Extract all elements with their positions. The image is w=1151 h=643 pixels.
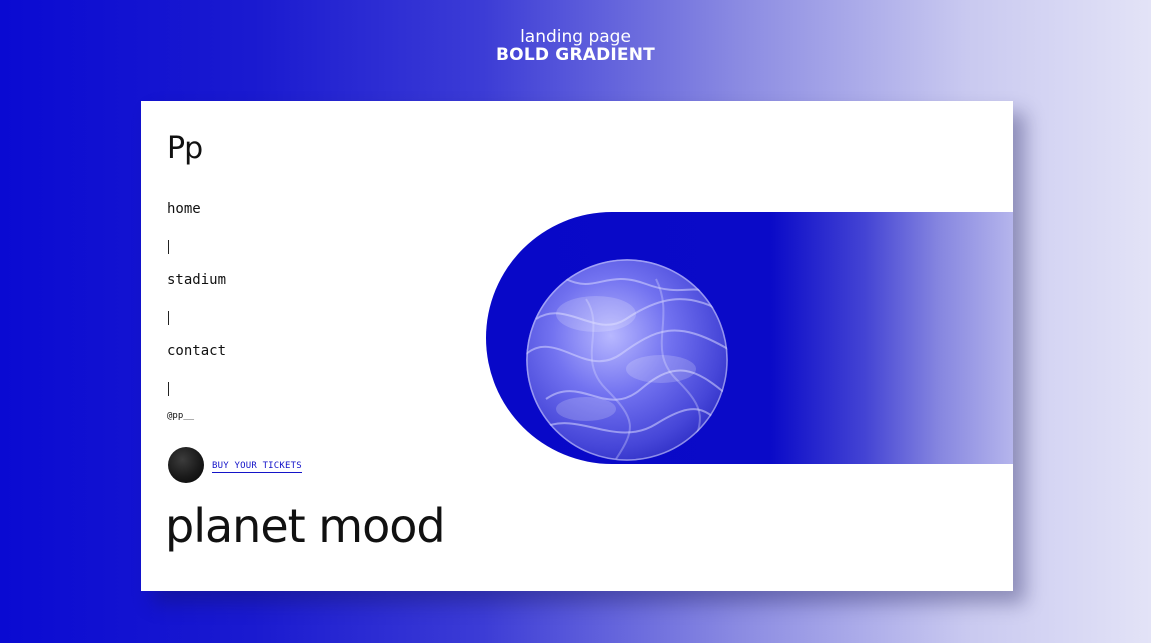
page-caption: landing page BOLD GRADIENT (0, 28, 1151, 65)
nav-separator (168, 311, 169, 325)
planet-image (526, 259, 728, 461)
nav-item-contact[interactable]: contact (167, 343, 226, 359)
nav-separator (168, 382, 169, 396)
nav-item-stadium[interactable]: stadium (167, 272, 226, 288)
black-ball-icon (168, 447, 204, 483)
social-handle[interactable]: @pp__ (167, 411, 194, 421)
landing-page-card: Pp home stadium contact @pp__ BUY YOUR T… (141, 101, 1013, 591)
buy-tickets-link[interactable]: BUY YOUR TICKETS (212, 461, 302, 473)
nav-item-home[interactable]: home (167, 201, 201, 217)
page-headline: planet mood (165, 499, 446, 553)
nav-separator (168, 240, 169, 254)
caption-title: BOLD GRADIENT (496, 44, 655, 65)
site-logo[interactable]: Pp (167, 131, 203, 166)
